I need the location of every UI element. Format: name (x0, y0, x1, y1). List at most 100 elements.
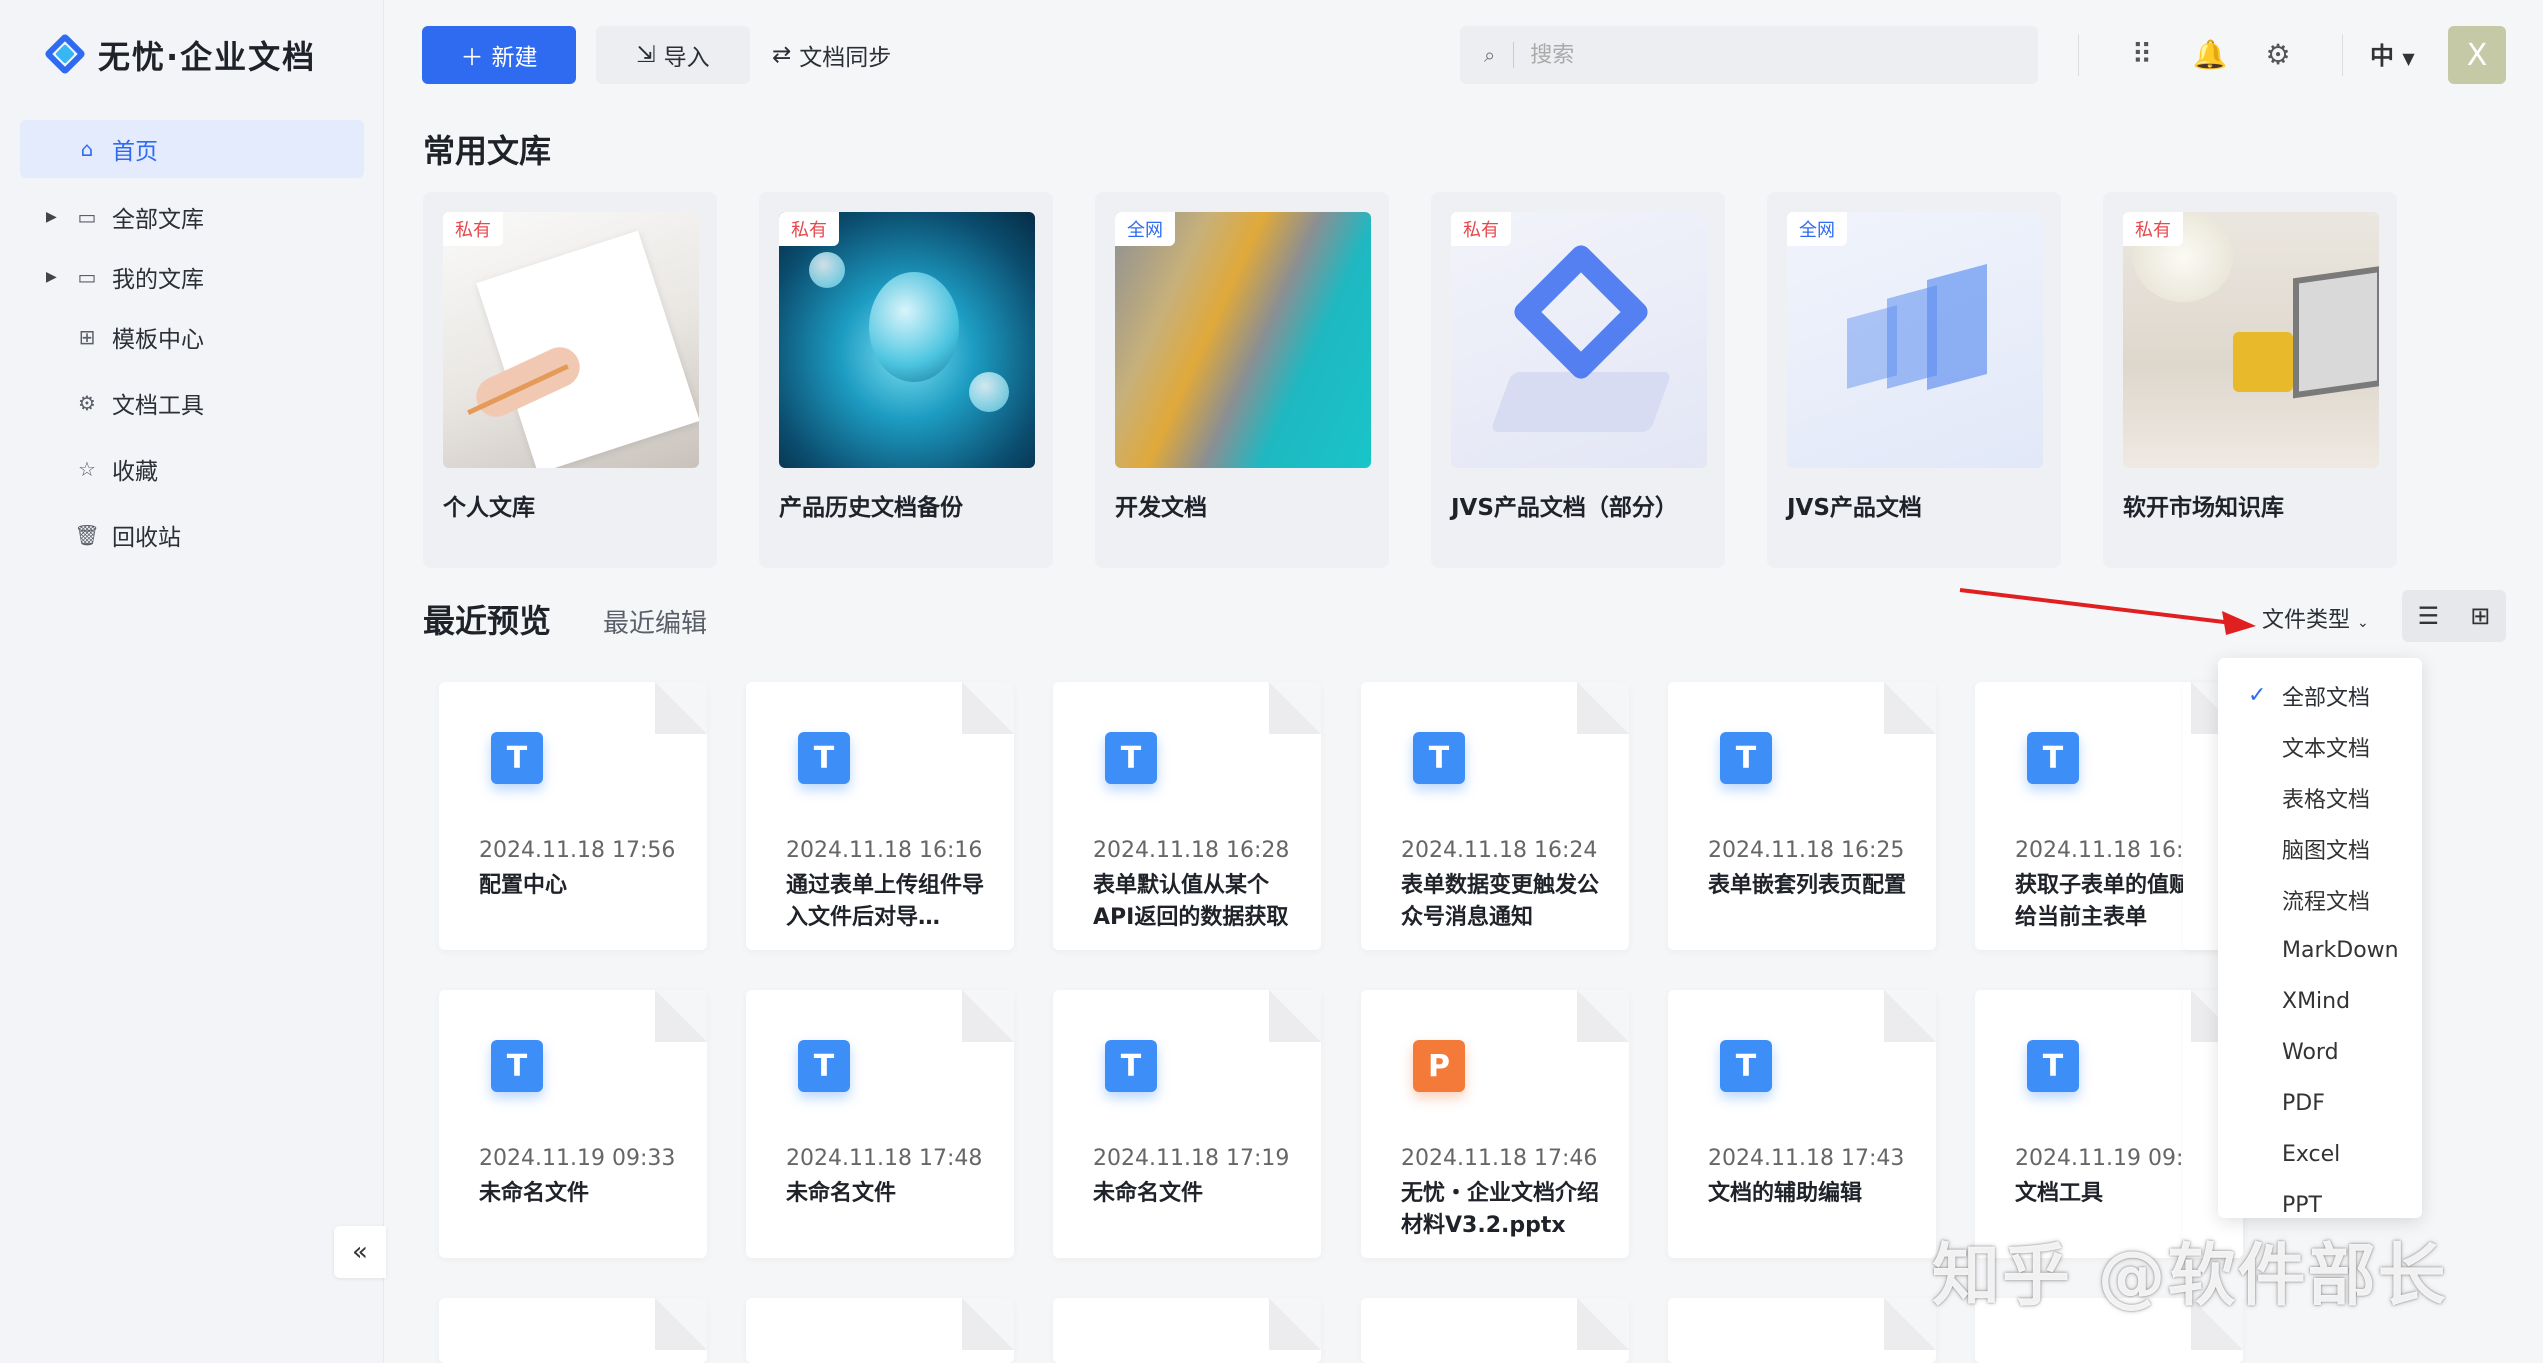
file-type-option[interactable]: Excel (2218, 1129, 2422, 1180)
sidebar-item-doc-tools[interactable]: ⚙ 文档工具 (20, 374, 364, 432)
file-type-filter[interactable]: 文件类型 ⌄ (2262, 602, 2369, 634)
file-type-option[interactable]: PPT (2218, 1180, 2422, 1218)
sidebar-item-recycle-bin[interactable]: 🗑 回收站 (20, 506, 364, 564)
plus-icon: ＋ (460, 45, 484, 71)
list-view-icon[interactable]: ☰ (2418, 602, 2440, 630)
file-card[interactable]: P 2024.11.18 17:46 无忧・企业文档介绍材料V3.2.pptx (1361, 990, 1629, 1258)
page-fold (962, 990, 1014, 1042)
file-card[interactable]: T 2024.11.18 16:24 表单数据变更触发公众号消息通知 (1361, 682, 1629, 950)
caret-right-icon[interactable]: ▶ (46, 269, 57, 285)
caret-right-icon[interactable]: ▶ (46, 209, 57, 225)
logo-icon (43, 32, 88, 77)
option-label: PPT (2282, 1193, 2322, 1218)
star-icon: ☆ (78, 457, 96, 481)
user-avatar[interactable]: X (2448, 26, 2506, 84)
sidebar-item-label: 文档工具 (112, 393, 204, 419)
page-fold (1269, 682, 1321, 734)
sidebar-item-all-libraries[interactable]: ▶ ▭ 全部文库 (20, 188, 364, 246)
file-card[interactable] (439, 1298, 707, 1363)
file-date: 2024.11.18 16:24 (1401, 838, 1598, 863)
file-type-option[interactable]: Word (2218, 1027, 2422, 1078)
file-card[interactable]: T 2024.11.18 17:43 文档的辅助编辑 (1668, 990, 1936, 1258)
logo-text: 无忧·企业文档 (98, 38, 317, 76)
library-cover-image (1787, 212, 2043, 468)
sidebar-item-my-libraries[interactable]: ▶ ▭ 我的文库 (20, 248, 364, 306)
library-scope-tag: 私有 (779, 212, 839, 246)
file-card[interactable]: T 2024.11.18 17:19 未命名文件 (1053, 990, 1321, 1258)
file-name: 未命名文件 (786, 1181, 897, 1206)
sidebar-item-label: 全部文库 (112, 207, 204, 233)
sidebar-item-template-center[interactable]: ⊞ 模板中心 (20, 308, 364, 366)
library-scope-tag: 全网 (1115, 212, 1175, 246)
library-card[interactable]: 私有 个人文库 (423, 192, 717, 568)
file-name: 表单数据变更触发公众号消息通知 (1401, 873, 1600, 930)
library-card[interactable]: 全网 开发文档 (1095, 192, 1389, 568)
search-box[interactable]: ⌕ (1460, 26, 2038, 84)
text-doc-icon: T (798, 732, 850, 784)
sidebar-nav: ⌂ 首页 ▶ ▭ 全部文库 ▶ ▭ 我的文库 ⊞ 模板中心 ⚙ 文档工具 ☆ 收… (20, 120, 364, 566)
trash-icon: 🗑 (74, 523, 100, 547)
library-card[interactable]: 私有 软开市场知识库 (2103, 192, 2397, 568)
import-button[interactable]: ⇲ 导入 (596, 26, 750, 84)
page-fold (962, 682, 1014, 734)
file-type-option[interactable]: 流程文档 (2218, 874, 2422, 925)
library-card[interactable]: 私有 JVS产品文档（部分） (1431, 192, 1725, 568)
sidebar-item-favorites[interactable]: ☆ 收藏 (20, 440, 364, 498)
library-cover-image (2123, 212, 2379, 468)
search-input[interactable] (1530, 42, 1991, 68)
settings-gear-icon[interactable]: ⚙ (2256, 32, 2300, 76)
file-card[interactable] (746, 1298, 1014, 1363)
file-card[interactable]: T 2024.11.18 17:56 配置中心 (439, 682, 707, 950)
file-type-dropdown: ✓ 全部文档 文本文档 表格文档 脑图文档 流程文档 MarkDown XMind… (2218, 658, 2422, 1218)
file-name: 配置中心 (479, 873, 568, 898)
app-logo[interactable]: 无忧·企业文档 (43, 32, 317, 78)
text-doc-icon: T (491, 732, 543, 784)
grid-view-icon[interactable]: ⊞ (2470, 602, 2490, 630)
file-card[interactable]: T 2024.11.18 16:16 通过表单上传组件导入文件后对导… (746, 682, 1014, 950)
new-button-label: 新建 (491, 45, 538, 71)
option-label: XMind (2282, 989, 2351, 1014)
sidebar-item-label: 首页 (112, 139, 158, 165)
sync-button-label: 文档同步 (799, 45, 892, 71)
file-card[interactable]: T 2024.11.18 16:25 表单嵌套列表页配置 (1668, 682, 1936, 950)
file-type-option[interactable]: MarkDown (2218, 925, 2422, 976)
library-name: JVS产品文档 (1787, 495, 1922, 521)
library-card[interactable]: 全网 JVS产品文档 (1767, 192, 2061, 568)
text-doc-icon: T (1720, 1040, 1772, 1092)
text-doc-icon: T (1105, 732, 1157, 784)
file-card[interactable]: T 2024.11.18 17:48 未命名文件 (746, 990, 1014, 1258)
option-label: 文本文档 (2282, 736, 2371, 762)
option-label: 脑图文档 (2282, 838, 2371, 864)
file-type-option[interactable]: 表格文档 (2218, 772, 2422, 823)
option-label: 表格文档 (2282, 787, 2371, 813)
library-card[interactable]: 私有 产品历史文档备份 (759, 192, 1053, 568)
page-fold (1577, 682, 1629, 734)
file-date: 2024.11.18 16:25 (1708, 838, 1905, 863)
file-card[interactable] (1668, 1298, 1936, 1363)
file-type-option[interactable]: ✓ 全部文档 (2218, 670, 2422, 721)
file-name: 表单默认值从某个API返回的数据获取 (1093, 873, 1289, 930)
sidebar-item-label: 我的文库 (112, 267, 204, 293)
library-name: 个人文库 (443, 495, 535, 521)
bell-icon[interactable]: 🔔 (2188, 32, 2232, 76)
language-switcher[interactable]: 中 ▼ (2370, 36, 2415, 71)
library-scope-tag: 全网 (1787, 212, 1847, 246)
file-card[interactable]: T 2024.11.19 09:33 未命名文件 (439, 990, 707, 1258)
option-label: 流程文档 (2282, 889, 2371, 915)
library-cover-image (779, 212, 1035, 468)
tab-recent-edit[interactable]: 最近编辑 (603, 603, 707, 640)
sidebar-item-home[interactable]: ⌂ 首页 (20, 120, 364, 178)
collapse-sidebar-button[interactable]: « (334, 1226, 386, 1278)
file-type-option[interactable]: PDF (2218, 1078, 2422, 1129)
new-button[interactable]: ＋ 新建 (422, 26, 576, 84)
file-card[interactable] (1361, 1298, 1629, 1363)
file-card[interactable]: T 2024.11.18 16:28 表单默认值从某个API返回的数据获取 (1053, 682, 1321, 950)
file-type-option[interactable]: XMind (2218, 976, 2422, 1027)
apps-grid-icon[interactable]: ⠿ (2120, 32, 2164, 76)
tab-recent-preview[interactable]: 最近预览 (423, 596, 551, 642)
sync-button[interactable]: ⇄ 文档同步 (772, 26, 891, 84)
file-type-option[interactable]: 文本文档 (2218, 721, 2422, 772)
file-card[interactable] (1053, 1298, 1321, 1363)
file-type-option[interactable]: 脑图文档 (2218, 823, 2422, 874)
caret-down-icon: ▼ (2402, 49, 2415, 68)
